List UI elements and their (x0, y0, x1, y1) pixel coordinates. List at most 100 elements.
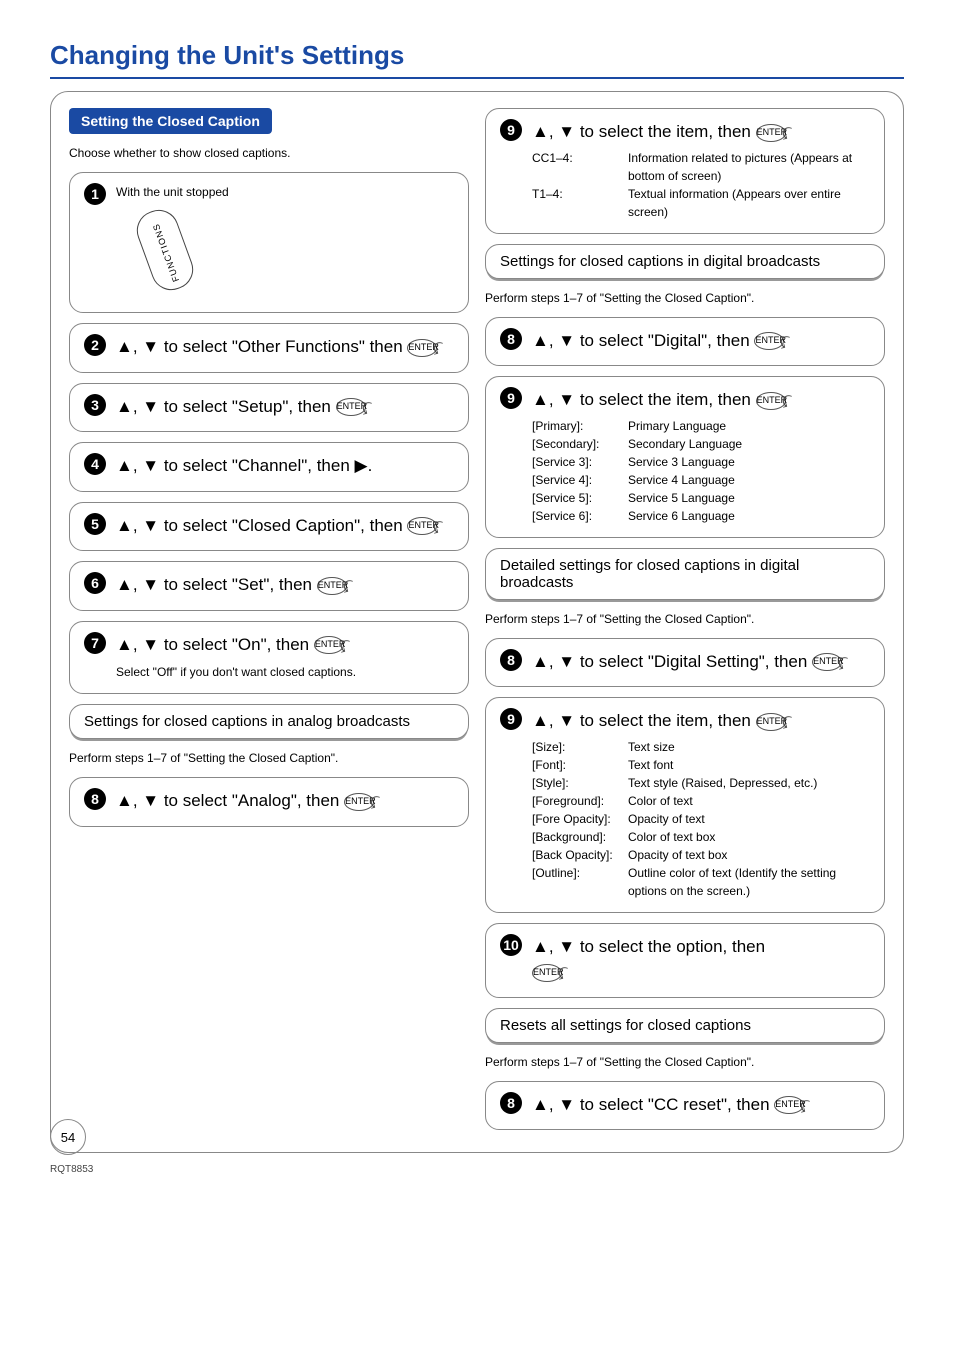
language-list: [Primary]:Primary Language[Secondary]:Se… (532, 417, 870, 525)
reset-note: Perform steps 1–7 of "Setting the Closed… (485, 1053, 885, 1071)
page-title: Changing the Unit's Settings (50, 40, 904, 71)
step-1: 1 With the unit stopped FUNCTIONS (69, 172, 469, 313)
t14-val: Textual information (Appears over entire… (628, 185, 870, 221)
item-value: Opacity of text (628, 810, 705, 828)
item-value: Primary Language (628, 417, 726, 435)
step-number-9: 9 (500, 387, 522, 409)
item-key: [Service 4]: (532, 471, 628, 489)
step-3: 3 ▲, ▼ to select "Setup", then ENTER⤹ (69, 383, 469, 433)
item-key: [Back Opacity]: (532, 846, 628, 864)
step-6: 6 ▲, ▼ to select "Set", then ENTER⤹ (69, 561, 469, 611)
step-8-ds-text: ▲, ▼ to select "Digital Setting", then (532, 652, 807, 671)
item-key: [Service 5]: (532, 489, 628, 507)
right-column: 9 ▲, ▼ to select the item, then ENTER⤹ C… (485, 108, 885, 1130)
step-8-reset-text: ▲, ▼ to select "CC reset", then (532, 1095, 770, 1114)
step-3-text: ▲, ▼ to select "Setup", then (116, 397, 331, 416)
list-item: [Background]:Color of text box (532, 828, 870, 846)
detailed-header: Detailed settings for closed captions in… (485, 548, 885, 600)
content-frame: Setting the Closed Caption Choose whethe… (50, 91, 904, 1153)
item-value: Text style (Raised, Depressed, etc.) (628, 774, 817, 792)
t14-key: T1–4: (532, 185, 628, 221)
list-item: [Back Opacity]:Opacity of text box (532, 846, 870, 864)
step-9-digital-text: ▲, ▼ to select the item, then (532, 390, 751, 409)
step-number-2: 2 (84, 334, 106, 356)
step-1-label: With the unit stopped (116, 183, 454, 201)
step-8-digital-setting: 8 ▲, ▼ to select "Digital Setting", then… (485, 638, 885, 688)
item-value: Service 5 Language (628, 489, 735, 507)
step-number-9: 9 (500, 119, 522, 141)
item-value: Outline color of text (Identify the sett… (628, 864, 870, 900)
item-key: [Style]: (532, 774, 628, 792)
step-number-5: 5 (84, 513, 106, 535)
step-2: 2 ▲, ▼ to select "Other Functions" then … (69, 323, 469, 373)
item-value: Color of text box (628, 828, 715, 846)
step-number-8: 8 (500, 328, 522, 350)
item-key: [Service 6]: (532, 507, 628, 525)
step-5-text: ▲, ▼ to select "Closed Caption", then (116, 516, 403, 535)
step-number-9: 9 (500, 708, 522, 730)
item-key: [Font]: (532, 756, 628, 774)
step-6-text: ▲, ▼ to select "Set", then (116, 575, 312, 594)
step-8-digital-text: ▲, ▼ to select "Digital", then (532, 331, 750, 350)
step-10: 10 ▲, ▼ to select the option, thenENTER⤹ (485, 923, 885, 998)
step-8-analog-text: ▲, ▼ to select "Analog", then (116, 791, 339, 810)
step-4-text: ▲, ▼ to select "Channel", then ▶. (116, 456, 372, 475)
list-item: [Service 4]:Service 4 Language (532, 471, 870, 489)
cc14-key: CC1–4: (532, 149, 628, 185)
step-number-7: 7 (84, 632, 106, 654)
reset-header: Resets all settings for closed captions (485, 1008, 885, 1043)
step-7-note: Select "Off" if you don't want closed ca… (116, 663, 454, 681)
list-item: [Foreground]:Color of text (532, 792, 870, 810)
step-number-8: 8 (500, 1092, 522, 1114)
item-value: Secondary Language (628, 435, 742, 453)
item-key: [Fore Opacity]: (532, 810, 628, 828)
item-key: [Primary]: (532, 417, 628, 435)
digital-note: Perform steps 1–7 of "Setting the Closed… (485, 289, 885, 307)
section-header: Setting the Closed Caption (69, 108, 272, 134)
item-value: Color of text (628, 792, 693, 810)
detailed-note: Perform steps 1–7 of "Setting the Closed… (485, 610, 885, 628)
step-8-analog: 8 ▲, ▼ to select "Analog", then ENTER⤹ (69, 777, 469, 827)
step-9-ds-text: ▲, ▼ to select the item, then (532, 711, 751, 730)
step-9-cc-text: ▲, ▼ to select the item, then (532, 122, 751, 141)
left-column: Setting the Closed Caption Choose whethe… (69, 108, 469, 1130)
item-value: Service 3 Language (628, 453, 735, 471)
item-key: [Outline]: (532, 864, 628, 900)
step-9-digital-setting: 9 ▲, ▼ to select the item, then ENTER⤹ [… (485, 697, 885, 913)
list-item: [Font]:Text font (532, 756, 870, 774)
step-number-8: 8 (500, 649, 522, 671)
digital-header: Settings for closed captions in digital … (485, 244, 885, 279)
step-8-reset: 8 ▲, ▼ to select "CC reset", then ENTER⤹ (485, 1081, 885, 1131)
item-value: Service 6 Language (628, 507, 735, 525)
item-key: [Service 3]: (532, 453, 628, 471)
step-number-1: 1 (84, 183, 106, 205)
item-value: Text font (628, 756, 673, 774)
item-value: Opacity of text box (628, 846, 727, 864)
list-item: [Service 5]:Service 5 Language (532, 489, 870, 507)
item-value: Service 4 Language (628, 471, 735, 489)
step-9-digital: 9 ▲, ▼ to select the item, then ENTER⤹ [… (485, 376, 885, 538)
step-8-digital: 8 ▲, ▼ to select "Digital", then ENTER⤹ (485, 317, 885, 367)
item-key: [Size]: (532, 738, 628, 756)
step-number-6: 6 (84, 572, 106, 594)
step-10-text: ▲, ▼ to select the option, then (532, 937, 765, 956)
item-key: [Secondary]: (532, 435, 628, 453)
item-value: Text size (628, 738, 675, 756)
item-key: [Background]: (532, 828, 628, 846)
list-item: [Service 3]:Service 3 Language (532, 453, 870, 471)
cursor-icon: ⤹ (429, 336, 447, 358)
analog-header: Settings for closed captions in analog b… (69, 704, 469, 739)
list-item: [Service 6]:Service 6 Language (532, 507, 870, 525)
step-4: 4 ▲, ▼ to select "Channel", then ▶. (69, 442, 469, 492)
cc14-val: Information related to pictures (Appears… (628, 149, 870, 185)
list-item: [Fore Opacity]:Opacity of text (532, 810, 870, 828)
item-key: [Foreground]: (532, 792, 628, 810)
setting-list: [Size]:Text size[Font]:Text font[Style]:… (532, 738, 870, 900)
title-underline (50, 77, 904, 79)
step-9-cc: 9 ▲, ▼ to select the item, then ENTER⤹ C… (485, 108, 885, 234)
list-item: [Outline]:Outline color of text (Identif… (532, 864, 870, 900)
list-item: [Primary]:Primary Language (532, 417, 870, 435)
step-5: 5 ▲, ▼ to select "Closed Caption", then … (69, 502, 469, 552)
page-number: 54 (50, 1119, 86, 1155)
list-item: [Secondary]:Secondary Language (532, 435, 870, 453)
